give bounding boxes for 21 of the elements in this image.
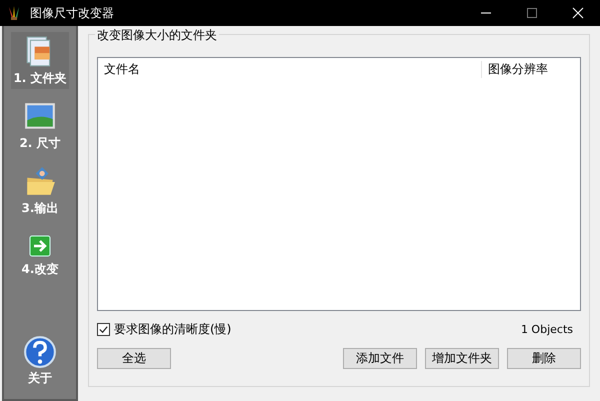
about-button[interactable]: 关于 [21, 332, 59, 389]
sidebar-item[interactable]: 1. 文件夹 [11, 32, 69, 89]
brushes-icon [6, 5, 22, 21]
column-header[interactable]: 图像分辨率 [482, 60, 580, 78]
action-button[interactable]: 添加文件 [343, 348, 417, 369]
object-count: 1 Objects [520, 323, 573, 336]
close-icon[interactable] [572, 7, 584, 19]
checkbox[interactable] [97, 323, 110, 336]
group-title: 改变图像大小的文件夹 [95, 27, 219, 44]
help-icon [23, 334, 57, 370]
window-title: 图像尺寸改变器 [30, 4, 114, 22]
sharpness-checkbox[interactable]: 要求图像的清晰度(慢) [97, 321, 232, 338]
file-list[interactable]: 文件名 图像分辨率 [97, 57, 581, 311]
select-all-button[interactable]: 全选 [97, 348, 171, 369]
sidebar-item[interactable]: 2. 尺寸 [17, 97, 63, 154]
sidebar-item[interactable]: 3.输出 [20, 162, 60, 219]
maximize-icon[interactable] [526, 7, 538, 19]
action-button[interactable]: 删除 [507, 348, 581, 369]
column-header[interactable]: 文件名 [98, 60, 482, 78]
sidebar-item[interactable]: 4.改变 [20, 227, 60, 280]
action-button[interactable]: 增加文件夹 [425, 348, 499, 369]
